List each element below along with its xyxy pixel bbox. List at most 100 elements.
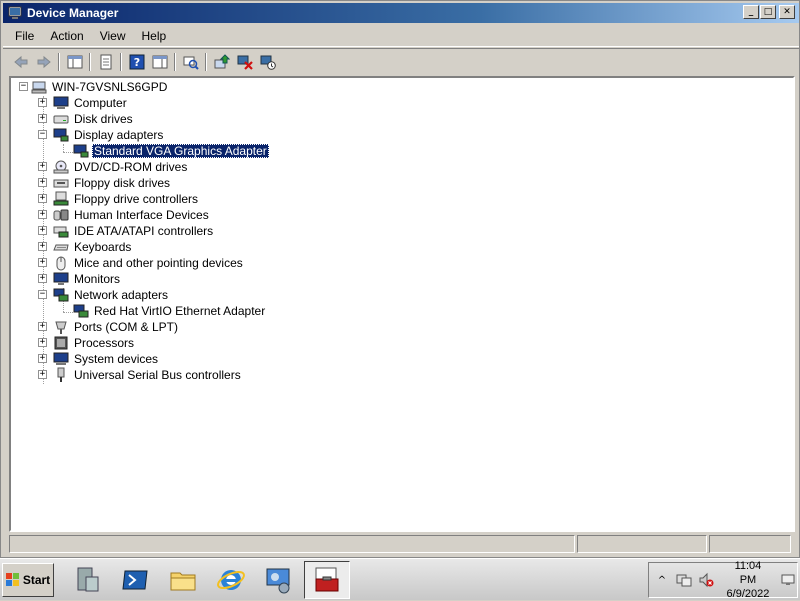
disable-device-button[interactable] (256, 51, 279, 73)
tree-node-display-adapters[interactable]: Display adapters (53, 127, 165, 143)
tree-node-system-devices[interactable]: System devices (53, 351, 160, 367)
show-hide-console-tree-button[interactable] (63, 51, 86, 73)
toolbar-separator (174, 52, 176, 71)
tree-node-label: Mice and other pointing devices (74, 256, 243, 270)
show-hidden-icons-button[interactable]: ^ (653, 571, 671, 589)
tree-node-monitors[interactable]: Monitors (53, 271, 122, 287)
tree-connector (63, 144, 64, 152)
tree-node-mice[interactable]: Mice and other pointing devices (53, 255, 245, 271)
volume-muted-icon[interactable] (697, 571, 715, 589)
internet-explorer-icon (217, 569, 245, 590)
powershell-icon (122, 570, 148, 589)
tree-node-label: Red Hat VirtIO Ethernet Adapter (94, 304, 266, 318)
device-manager-taskbar-button[interactable] (304, 560, 350, 599)
control-panel-button[interactable] (256, 561, 302, 599)
expand-toggle[interactable]: + (38, 242, 47, 251)
show-desktop-icon[interactable] (779, 571, 797, 589)
expand-toggle[interactable]: + (38, 370, 47, 379)
network-tray-icon[interactable] (675, 571, 693, 589)
tree-node-label: Standard VGA Graphics Adapter (92, 144, 269, 158)
collapse-root-toggle[interactable]: − (19, 82, 28, 91)
minimize-button[interactable]: _ (743, 5, 759, 19)
expand-toggle[interactable]: + (38, 354, 47, 363)
tree-node-ide-controllers[interactable]: IDE ATA/ATAPI controllers (53, 223, 215, 239)
server-manager-button[interactable] (64, 561, 110, 599)
expand-toggle[interactable]: + (38, 98, 47, 107)
expand-toggle[interactable]: + (38, 338, 47, 347)
toolbox-icon (315, 567, 339, 591)
tree-node-virtio-ethernet[interactable]: Red Hat VirtIO Ethernet Adapter (73, 303, 267, 319)
menu-view[interactable]: View (92, 27, 134, 45)
status-pane-main (9, 535, 575, 553)
tree-node-processors[interactable]: Processors (53, 335, 136, 351)
system-tray: ^ 11:04 PM 6/9/2022 (648, 559, 798, 601)
windows-explorer-button[interactable] (160, 561, 206, 599)
tree-node-ports[interactable]: Ports (COM & LPT) (53, 319, 180, 335)
tree-node-label: Ports (COM & LPT) (74, 320, 179, 334)
device-tree[interactable]: − WIN-7GVSNLS6GPD + Computer + Disk driv… (9, 76, 795, 532)
folder-icon (170, 572, 196, 590)
update-driver-button[interactable] (210, 51, 233, 73)
expand-toggle[interactable]: + (38, 258, 47, 267)
tree-node-label: System devices (74, 352, 159, 366)
usb-icon (53, 367, 69, 383)
taskbar-quick-launch (64, 560, 350, 599)
menu-action[interactable]: Action (42, 27, 91, 45)
hid-icon (53, 207, 69, 223)
expand-toggle[interactable]: + (38, 194, 47, 203)
tree-node-label: Monitors (74, 272, 121, 286)
taskbar: Start ^ 11:04 PM 6/9/2022 (0, 558, 800, 600)
tree-node-computer[interactable]: Computer (53, 95, 129, 111)
network-adapter-icon (53, 287, 69, 303)
start-button[interactable]: Start (2, 562, 54, 597)
mouse-icon (53, 255, 69, 271)
tree-node-label: Display adapters (74, 128, 164, 142)
properties-button[interactable] (94, 51, 117, 73)
control-panel-icon (266, 568, 290, 593)
computer-icon (53, 95, 69, 111)
tree-node-root[interactable]: WIN-7GVSNLS6GPD (31, 79, 169, 95)
help-button[interactable]: ? (125, 51, 148, 73)
tree-node-disk-drives[interactable]: Disk drives (53, 111, 135, 127)
tree-node-floppy-disk-drives[interactable]: Floppy disk drives (53, 175, 172, 191)
back-arrow-icon (13, 55, 27, 68)
forward-button[interactable] (32, 51, 55, 73)
internet-explorer-button[interactable] (208, 561, 254, 599)
maximize-icon: □ (763, 7, 773, 17)
expand-toggle[interactable]: + (38, 274, 47, 283)
expand-toggle[interactable]: + (38, 178, 47, 187)
clock-date: 6/9/2022 (726, 588, 770, 600)
tree-node-dvd-drives[interactable]: DVD/CD-ROM drives (53, 159, 189, 175)
title-bar[interactable]: Device Manager _ □ ✕ (3, 3, 799, 23)
clock[interactable]: 11:04 PM 6/9/2022 (725, 559, 771, 601)
tree-node-usb-controllers[interactable]: Universal Serial Bus controllers (53, 367, 243, 383)
menu-file[interactable]: File (7, 27, 42, 45)
tree-node-floppy-controllers[interactable]: Floppy drive controllers (53, 191, 200, 207)
close-button[interactable]: ✕ (779, 5, 795, 19)
maximize-button[interactable]: □ (760, 5, 776, 19)
expand-toggle[interactable]: + (38, 322, 47, 331)
menu-help[interactable]: Help (134, 27, 175, 45)
expand-toggle[interactable]: + (38, 210, 47, 219)
display-adapter-icon (53, 127, 69, 143)
tree-node-standard-vga-adapter[interactable]: Standard VGA Graphics Adapter (73, 143, 269, 159)
tree-node-keyboards[interactable]: Keyboards (53, 239, 133, 255)
scan-hardware-changes-button[interactable] (179, 51, 202, 73)
collapse-toggle[interactable]: − (38, 290, 47, 299)
back-button[interactable] (9, 51, 32, 73)
collapse-toggle[interactable]: − (38, 130, 47, 139)
windows-logo-icon (5, 572, 19, 586)
show-hide-action-pane-button[interactable] (148, 51, 171, 73)
uninstall-device-button[interactable] (233, 51, 256, 73)
expand-toggle[interactable]: + (38, 226, 47, 235)
tree-node-network-adapters[interactable]: Network adapters (53, 287, 170, 303)
tree-node-label: Universal Serial Bus controllers (74, 368, 241, 382)
tree-node-label: Human Interface Devices (74, 208, 209, 222)
tree-node-hid[interactable]: Human Interface Devices (53, 207, 211, 223)
expand-toggle[interactable]: + (38, 162, 47, 171)
dvd-drive-icon (53, 159, 69, 175)
monitor-icon (53, 271, 69, 287)
expand-toggle[interactable]: + (38, 114, 47, 123)
console-tree-icon (67, 55, 82, 68)
powershell-button[interactable] (112, 561, 158, 599)
